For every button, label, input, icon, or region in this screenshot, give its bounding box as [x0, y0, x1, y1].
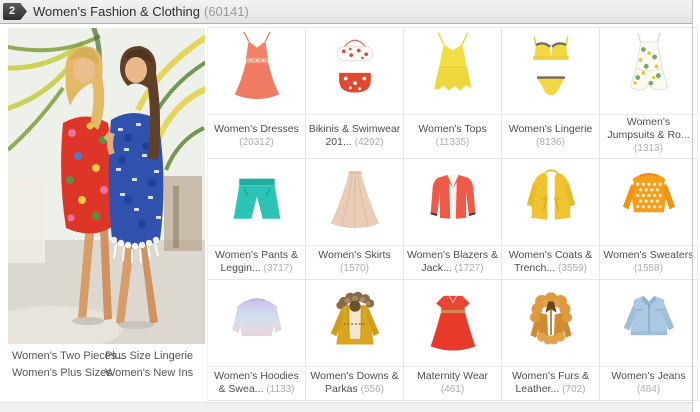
thumb: [502, 28, 599, 115]
denim-jacket-image: [602, 281, 696, 365]
category-label: Bikinis & Swimwear 201... (4292): [306, 115, 403, 158]
orange-knit-sweater-image: [602, 160, 696, 244]
camel-fur-coat-image: [504, 281, 598, 365]
category-cell-womens-skirts[interactable]: Women's Skirts (1570): [306, 159, 404, 280]
category-label: Women's Blazers & Jack... (1727): [404, 246, 501, 279]
thumb: [208, 280, 305, 367]
page-title-count: (60141): [204, 4, 249, 19]
category-page: 2 Women's Fashion & Clothing (60141): [0, 0, 700, 412]
category-cell-womens-blazers[interactable]: Women's Blazers & Jack... (1727): [404, 159, 502, 280]
category-cell-womens-downs-parkas[interactable]: Women's Downs & Parkas (556): [306, 280, 404, 401]
thumb: [306, 28, 403, 115]
pastel-sweatshirt-image: [210, 281, 304, 365]
thumb: [600, 159, 697, 246]
thumb: [502, 280, 599, 367]
step-badge: 2: [3, 3, 27, 20]
link-womens-two-pieces[interactable]: Women's Two Pieces...: [12, 350, 105, 362]
category-cell-maternity-wear[interactable]: Maternity Wear (461): [404, 280, 502, 401]
promo-links: Women's Two Pieces... Plus Size Lingerie…: [12, 350, 193, 379]
category-cell-womens-tops[interactable]: Women's Tops (11335): [404, 28, 502, 159]
coral-blazer-image: [406, 160, 500, 244]
category-label: Women's Sweaters (1558): [600, 246, 697, 279]
thumb: [502, 159, 599, 246]
page-title-text: Women's Fashion & Clothing: [33, 4, 200, 19]
link-womens-new-ins[interactable]: Women's New Ins: [105, 367, 193, 379]
category-label: Women's Jumpsuits & Ro... (1313): [600, 115, 697, 158]
category-cell-womens-jeans[interactable]: Women's Jeans (484): [600, 280, 698, 401]
link-plus-size-lingerie[interactable]: Plus Size Lingerie: [105, 350, 193, 362]
category-label: Women's Hoodies & Swea... (1133): [208, 367, 305, 400]
beige-maxi-skirt-image: [308, 160, 402, 244]
mustard-parka-image: [308, 281, 402, 365]
promo-photo-two-women-beach: [8, 28, 205, 344]
category-label: Maternity Wear (461): [404, 367, 501, 400]
category-label: Women's Furs & Leather... (702): [502, 367, 599, 400]
category-label: Women's Skirts (1570): [306, 246, 403, 279]
thumb: [306, 280, 403, 367]
link-womens-plus-sizes[interactable]: Women's Plus Sizes: [12, 367, 105, 379]
red-maternity-dress-image: [406, 281, 500, 365]
category-label: Women's Coats & Trench... (3559): [502, 246, 599, 279]
category-cell-womens-lingerie[interactable]: Women's Lingerie (8136): [502, 28, 600, 159]
category-label: Women's Dresses (20312): [208, 115, 305, 158]
category-cell-womens-dresses[interactable]: Women's Dresses (20312): [208, 28, 306, 159]
category-cell-womens-hoodies[interactable]: Women's Hoodies & Swea... (1133): [208, 280, 306, 401]
category-cell-womens-jumpsuits[interactable]: Women's Jumpsuits & Ro... (1313): [600, 28, 698, 159]
category-label: Women's Tops (11335): [404, 115, 501, 158]
thumb: [208, 28, 305, 115]
yellow-ruffle-top-image: [406, 29, 500, 113]
header-bar: 2 Women's Fashion & Clothing (60141): [0, 0, 693, 24]
category-label: Women's Jeans (484): [600, 367, 697, 400]
promo-banner[interactable]: [8, 28, 205, 344]
thumb: [404, 28, 501, 115]
category-label: Women's Lingerie (8136): [502, 115, 599, 158]
thumb: [600, 28, 697, 115]
category-cell-bikinis-swimwear[interactable]: Bikinis & Swimwear 201... (4292): [306, 28, 404, 159]
yellow-coat-image: [504, 160, 598, 244]
thumb: [306, 159, 403, 246]
category-grid: Women's Dresses (20312) Bikinis & Swimwe…: [207, 27, 698, 401]
teal-shorts-image: [210, 160, 304, 244]
coral-dress-image: [210, 29, 304, 113]
footer-strip: [0, 402, 693, 412]
thumb: [404, 280, 501, 367]
category-cell-womens-coats[interactable]: Women's Coats & Trench... (3559): [502, 159, 600, 280]
category-label: Women's Downs & Parkas (556): [306, 367, 403, 400]
thumb: [208, 159, 305, 246]
pineapple-romper-image: [602, 29, 696, 113]
thumb: [600, 280, 697, 367]
thumb: [404, 159, 501, 246]
page-right-border: [692, 0, 693, 412]
category-cell-womens-sweaters[interactable]: Women's Sweaters (1558): [600, 159, 698, 280]
category-cell-womens-furs[interactable]: Women's Furs & Leather... (702): [502, 280, 600, 401]
category-cell-womens-pants[interactable]: Women's Pants & Leggin... (3717): [208, 159, 306, 280]
yellow-lingerie-set-image: [504, 29, 598, 113]
polka-dot-bikini-image: [308, 29, 402, 113]
page-title: Women's Fashion & Clothing (60141): [33, 0, 249, 23]
category-label: Women's Pants & Leggin... (3717): [208, 246, 305, 279]
